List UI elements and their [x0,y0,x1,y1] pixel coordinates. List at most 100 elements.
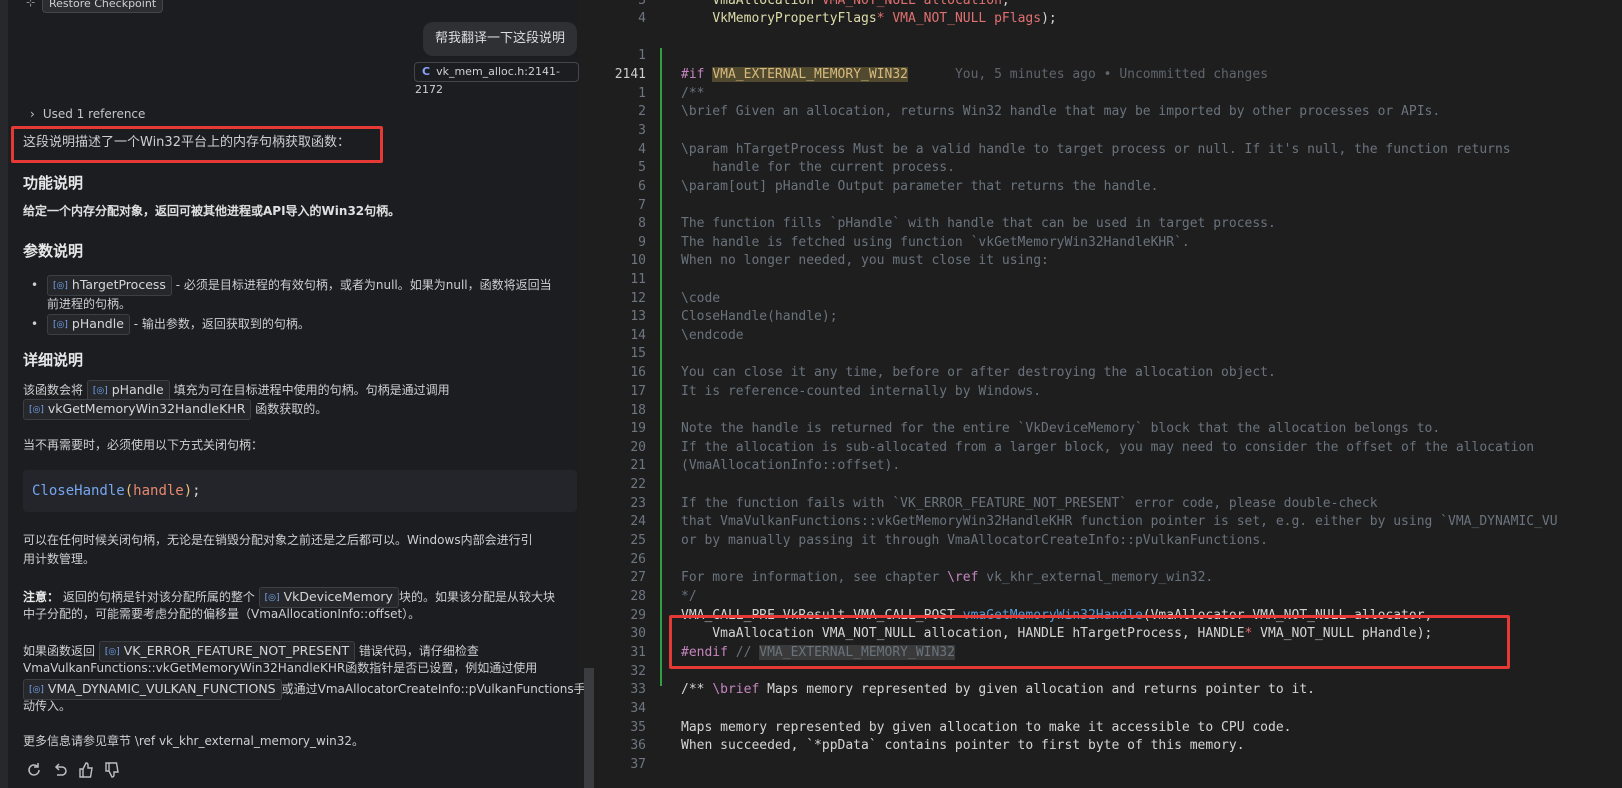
line-number[interactable]: 14 [590,328,646,343]
line-number[interactable]: 35 [590,720,646,735]
heading-params: 参数说明 [23,242,84,260]
git-change-indicator [660,48,662,686]
line-number[interactable]: 7 [590,198,646,213]
code-function: CloseHandle [32,483,125,499]
undo-icon[interactable] [51,761,69,779]
code-line[interactable]: It is reference-counted internally by Wi… [681,384,1041,399]
symbol-icon: [◎] [29,685,44,695]
error-line-3: [◎] VMA_DYNAMIC_VULKAN_FUNCTIONS 或通过VmaAll… [23,679,586,700]
code-line[interactable]: If the function fails with `VK_ERROR_FEA… [681,496,1378,511]
restore-checkpoint-button[interactable]: Restore Checkpoint [42,0,164,13]
code-line[interactable]: The function fills `pHandle` with handle… [681,216,1276,231]
symbol-icon: [◎] [104,647,120,657]
code-line[interactable]: If the allocation is sub-allocated from … [681,440,1534,455]
line-number[interactable]: 37 [590,757,646,772]
code-line[interactable]: VmaAllocation VMA_NOT_NULL allocation, [681,0,1009,8]
line-number[interactable]: 20 [590,440,646,455]
line-number[interactable]: 4 [590,11,646,26]
heading-function: 功能说明 [23,174,84,192]
symbol-chip[interactable]: [◎] pHandle [47,314,130,335]
symbol-chip[interactable]: [◎] VMA_DYNAMIC_VULKAN_FUNCTIONS [23,679,282,700]
line-number[interactable]: 31 [590,645,646,660]
code-line[interactable]: \brief Given an allocation, returns Win3… [681,104,1440,119]
line-number[interactable]: 1 [590,86,646,101]
code-argument: handle [133,483,184,499]
line-number[interactable]: 23 [590,496,646,511]
symbol-chip[interactable]: [◎] pHandle [86,380,170,401]
code-line[interactable]: /** [681,86,704,101]
code-line[interactable]: The handle is fetched using function `vk… [681,235,1190,250]
line-number[interactable]: 36 [590,738,646,753]
line-number[interactable]: 12 [590,291,646,306]
code-line[interactable]: */ [681,589,697,604]
line-number[interactable]: 1 [590,48,646,63]
code-line[interactable]: \code [681,291,720,306]
line-number[interactable]: 26 [590,552,646,567]
line-number[interactable]: 15 [590,346,646,361]
line-number[interactable]: 33 [590,682,646,697]
line-number[interactable]: 10 [590,253,646,268]
code-line[interactable]: CloseHandle(handle); [681,309,838,324]
detail-line-2: [◎] vkGetMemoryWin32HandleKHR 函数获取的。 [23,399,327,420]
line-number[interactable]: 2 [590,104,646,119]
thumbs-down-icon[interactable] [103,761,121,779]
line-number[interactable]: 30 [590,626,646,641]
code-line[interactable]: handle for the current process. [681,160,955,175]
code-line[interactable]: Note the handle is returned for the enti… [681,421,1440,436]
file-reference-chip[interactable]: Cvk_mem_alloc.h:2141-2172 [414,62,579,96]
code-line[interactable]: For more information, see chapter \ref v… [681,570,1213,585]
line-number[interactable]: 25 [590,533,646,548]
code-line[interactable]: When succeeded, `*ppData` contains point… [681,738,1245,753]
used-reference-toggle[interactable]: › Used 1 reference [30,106,145,122]
line-number[interactable]: 32 [590,664,646,679]
checkpoint-icon[interactable]: ⊹ [26,0,35,9]
code-line[interactable]: You can close it any time, before or aft… [681,365,1276,380]
code-line[interactable]: #if VMA_EXTERNAL_MEMORY_WIN32 You, 5 min… [681,67,1268,82]
line-number[interactable]: 21 [590,458,646,473]
thumbs-up-icon[interactable] [77,761,95,779]
param-item-phandle: [◎] pHandle - 输出参数，返回获取到的句柄。 [47,314,310,335]
code-line[interactable]: Maps memory represented by given allocat… [681,720,1291,735]
code-block: CloseHandle(handle); [23,470,577,512]
symbol-icon: [◎] [92,386,108,396]
line-number[interactable]: 5 [590,160,646,175]
symbol-chip[interactable]: [◎] hTargetProcess [47,275,172,296]
retry-icon[interactable] [25,761,43,779]
symbol-chip[interactable]: [◎] vkGetMemoryWin32HandleKHR [23,399,252,420]
line-number[interactable]: 9 [590,235,646,250]
code-line[interactable]: or by manually passing it through VmaAll… [681,533,1268,548]
chevron-right-icon: › [30,107,35,121]
line-number[interactable]: 8 [590,216,646,231]
line-number[interactable]: 13 [590,309,646,324]
line-number[interactable]: 17 [590,384,646,399]
line-number[interactable]: 27 [590,570,646,585]
more-info-line: 更多信息请参见章节 \ref vk_khr_external_memory_wi… [23,734,365,748]
code-line[interactable]: that VmaVulkanFunctions::vkGetMemoryWin3… [681,514,1558,529]
symbol-icon: [◎] [264,593,280,603]
line-number[interactable]: 19 [590,421,646,436]
line-number[interactable]: 28 [590,589,646,604]
line-number[interactable]: 2141 [590,67,646,82]
line-number[interactable]: 22 [590,477,646,492]
line-number[interactable]: 6 [590,179,646,194]
code-line[interactable]: \param hTargetProcess Must be a valid ha… [681,142,1511,157]
code-line[interactable]: VkMemoryPropertyFlags* VMA_NOT_NULL pFla… [681,11,1056,26]
code-line[interactable]: (VmaAllocationInfo::offset). [681,458,900,473]
line-number[interactable]: 18 [590,403,646,418]
line-number[interactable]: 3 [590,123,646,138]
code-line[interactable]: /** \brief Maps memory represented by gi… [681,682,1315,697]
symbol-chip[interactable]: [◎] VkDeviceMemory [258,587,399,608]
code-line[interactable]: \param[out] pHandle Output parameter tha… [681,179,1158,194]
line-number[interactable]: 16 [590,365,646,380]
line-number[interactable]: 29 [590,608,646,623]
line-number[interactable]: 34 [590,701,646,716]
line-number[interactable]: 4 [590,142,646,157]
code-line[interactable]: When no longer needed, you must close it… [681,253,1049,268]
symbol-chip[interactable]: [◎] VK_ERROR_FEATURE_NOT_PRESENT [98,641,356,662]
param-item-htargetprocess: [◎] hTargetProcess - 必须是目标进程的有效句柄，或者为null… [47,275,552,296]
line-number[interactable]: 24 [590,514,646,529]
code-line[interactable]: \endcode [681,328,744,343]
close-any-line-2: 用计数管理。 [23,552,96,566]
line-number[interactable]: 11 [590,272,646,287]
line-number[interactable]: 3 [590,0,646,8]
